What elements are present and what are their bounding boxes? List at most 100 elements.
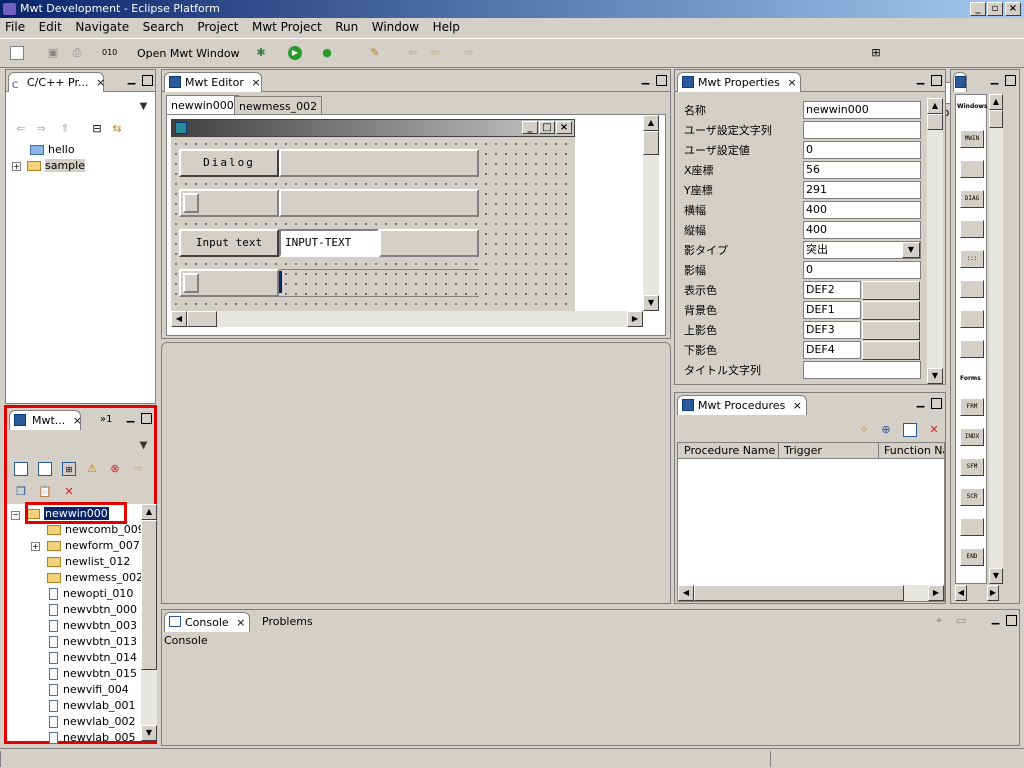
palette-item[interactable] — [960, 160, 984, 178]
menu-navigate[interactable]: Navigate — [70, 18, 134, 36]
close-window-button[interactable]: × — [1005, 2, 1021, 16]
column-header-function-name[interactable]: Function Na — [884, 444, 944, 457]
prop-value-field[interactable] — [803, 121, 921, 139]
slider-handle[interactable] — [183, 193, 199, 213]
up-icon[interactable]: ⇑ — [58, 122, 72, 136]
palette-scroll[interactable]: ▲ ▼ — [989, 94, 1003, 584]
menu-edit[interactable]: Edit — [34, 18, 67, 36]
warning-icon[interactable]: ⚠ — [85, 462, 99, 476]
slider-widget[interactable] — [179, 189, 279, 217]
delete-icon[interactable]: ✕ — [62, 485, 76, 499]
tree-item[interactable]: newopti_010 — [49, 586, 133, 602]
scroll-thumb[interactable] — [187, 311, 217, 327]
tree-item[interactable]: newvbtn_000 — [49, 602, 137, 618]
close-icon[interactable]: × — [251, 76, 260, 89]
scroll-left-button[interactable]: ◀ — [171, 311, 187, 327]
prop-value-field[interactable]: DEF1 — [803, 301, 861, 319]
tab-problems[interactable]: Problems — [254, 612, 317, 632]
tab-palette[interactable] — [953, 72, 967, 92]
binary-icon[interactable]: 010 — [102, 46, 117, 60]
minimize-icon[interactable]: ▁ — [915, 398, 926, 409]
save-icon[interactable]: ▣ — [46, 46, 60, 60]
scroll-thumb[interactable] — [927, 114, 943, 130]
prop-value-field[interactable]: 56 — [803, 161, 921, 179]
error-icon[interactable]: ⊗ — [108, 462, 122, 476]
maximize-icon[interactable] — [656, 75, 667, 86]
tree-item[interactable]: newvbtn_003 — [49, 618, 137, 634]
maximize-icon[interactable] — [1006, 615, 1017, 626]
menu-file[interactable]: File — [0, 18, 30, 36]
tab-project-explorer[interactable]: C C/C++ Pr... × — [8, 72, 105, 92]
window-icon[interactable] — [14, 462, 28, 476]
prop-value-field[interactable]: 291 — [803, 181, 921, 199]
tab-mwt-procedures[interactable]: Mwt Procedures × — [677, 395, 807, 415]
scroll-right-button[interactable]: ▶ — [928, 585, 944, 601]
open-mwt-window-button[interactable]: Open Mwt Window — [137, 43, 240, 65]
maximize-button[interactable]: □ — [539, 121, 555, 134]
menu-mwt-project[interactable]: Mwt Project — [247, 18, 327, 36]
tree-item[interactable]: newvbtn_015 — [49, 666, 137, 682]
palette-item[interactable] — [960, 310, 984, 328]
tree-item[interactable]: + newform_007 — [31, 538, 140, 554]
minimize-icon[interactable]: ▁ — [640, 75, 651, 86]
scroll-thumb[interactable] — [643, 131, 659, 155]
view-overflow-button[interactable]: »1 — [100, 414, 112, 425]
open-procedure-icon[interactable]: ⊕ — [879, 423, 893, 437]
tab-mwt-tree[interactable]: Mwt... × — [9, 410, 82, 430]
minimize-button[interactable]: _ — [970, 2, 986, 16]
forward-arrow-icon[interactable]: ⇨ — [131, 462, 145, 476]
menu-run[interactable]: Run — [330, 18, 363, 36]
scroll-up-button[interactable]: ▲ — [141, 504, 157, 520]
palette-item-indx[interactable]: INDX — [960, 428, 984, 446]
print-icon[interactable]: ⎙ — [70, 46, 84, 60]
palette-item-scr[interactable]: SCR — [960, 488, 984, 506]
view-menu-icon[interactable]: ▼ — [138, 441, 149, 452]
tab-mwt-editor[interactable]: Mwt Editor × — [164, 72, 262, 92]
tab-mwt-properties[interactable]: Mwt Properties × — [677, 72, 801, 92]
design-canvas[interactable]: _ □ × Dialog Input text INPUT-TEXT — [171, 119, 575, 317]
slider-widget[interactable] — [179, 269, 279, 297]
close-icon[interactable]: × — [96, 76, 105, 89]
color-picker-button[interactable] — [862, 281, 920, 300]
color-picker-button[interactable] — [862, 301, 920, 320]
tree-structure-icon[interactable]: ⊞ — [62, 462, 76, 476]
prop-value-field[interactable]: DEF3 — [803, 321, 861, 339]
tree-item[interactable]: newmess_002 — [47, 570, 143, 586]
forward-icon[interactable]: ⇒ — [34, 122, 48, 136]
new-icon[interactable] — [10, 46, 24, 60]
view-menu-icon[interactable]: ▼ — [138, 102, 149, 113]
maximize-icon[interactable] — [1005, 75, 1016, 86]
collapse-icon[interactable]: − — [11, 511, 20, 520]
prop-value-field[interactable]: 400 — [803, 201, 921, 219]
color-picker-button[interactable] — [862, 321, 920, 340]
subtab-newwin000[interactable]: newwin000 — [166, 95, 239, 114]
close-icon[interactable]: × — [787, 76, 796, 89]
close-window-button[interactable]: × — [556, 121, 572, 134]
minimize-button[interactable]: _ — [522, 121, 538, 134]
prop-value-field[interactable] — [803, 361, 921, 379]
dialog-field[interactable] — [279, 149, 479, 177]
color-picker-button[interactable] — [862, 341, 920, 360]
chevron-down-icon[interactable]: ▼ — [902, 242, 920, 258]
close-icon[interactable]: × — [73, 414, 82, 427]
minimize-icon[interactable]: ▁ — [989, 75, 1000, 86]
scroll-down-button[interactable]: ▼ — [989, 568, 1003, 584]
palette-item-end[interactable]: END — [960, 548, 984, 566]
palette-item-diag[interactable]: DIAG — [960, 190, 984, 208]
back-icon[interactable]: ⇐ — [406, 46, 420, 60]
delete-icon[interactable]: ✕ — [927, 423, 941, 437]
palette-bottom-scroll[interactable]: ◀ ▶ — [955, 585, 1003, 601]
procedures-hscroll[interactable]: ◀ ▶ — [678, 585, 944, 601]
display-console-icon[interactable]: ▭ — [954, 614, 968, 628]
scroll-up-button[interactable]: ▲ — [989, 94, 1003, 110]
tree-item[interactable]: newvbtn_013 — [49, 634, 137, 650]
minimize-icon[interactable]: ▁ — [126, 75, 137, 86]
palette-item[interactable] — [960, 280, 984, 298]
scroll-up-button[interactable]: ▲ — [643, 115, 659, 131]
pen-icon[interactable]: ✎ — [368, 46, 382, 60]
minimize-icon[interactable]: ▁ — [125, 413, 136, 424]
prop-value-field[interactable]: 0 — [803, 261, 921, 279]
menu-window[interactable]: Window — [367, 18, 424, 36]
tab-console[interactable]: Console × — [164, 612, 250, 632]
palette-item-mwin[interactable]: MWIN — [960, 130, 984, 148]
